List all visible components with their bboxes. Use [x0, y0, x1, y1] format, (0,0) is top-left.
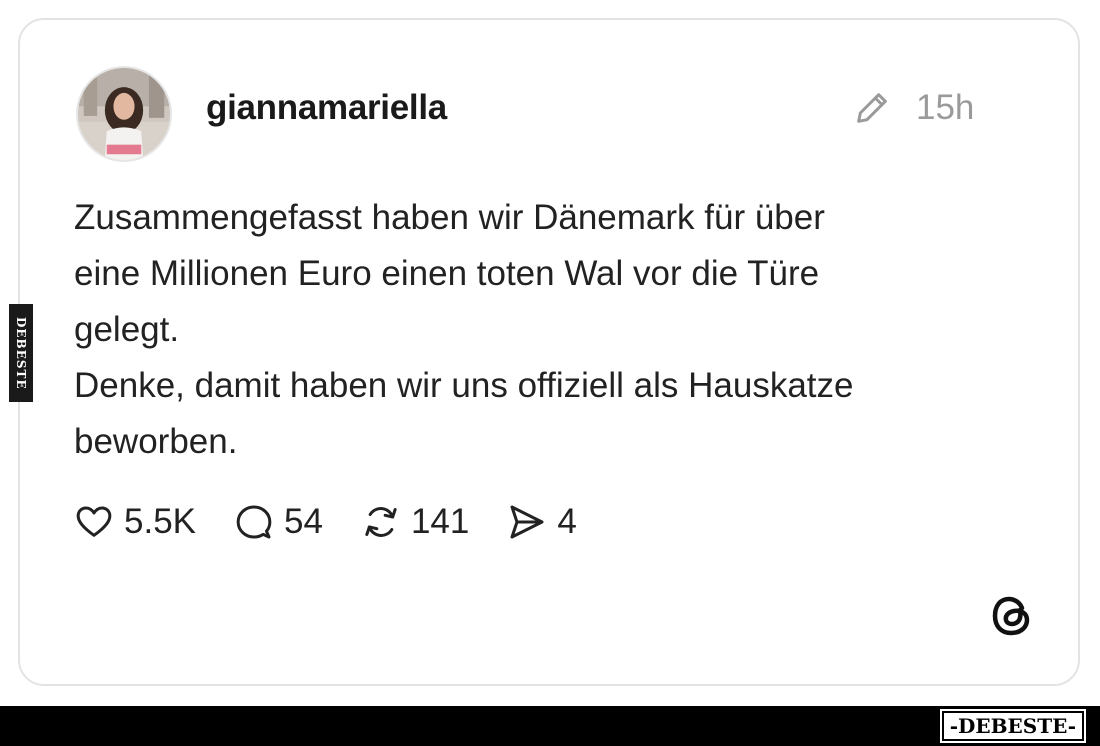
post-meta: 15h — [852, 88, 974, 128]
reply-button[interactable]: 54 — [234, 502, 323, 542]
footer-bar: -DEBESTE- — [0, 706, 1100, 746]
repost-count: 141 — [410, 502, 470, 541]
post-time: 15h — [916, 88, 975, 127]
speech-bubble-icon — [236, 505, 272, 539]
heart-icon — [76, 506, 112, 537]
action-bar: 5.5K 54 141 4 — [74, 502, 615, 542]
threads-logo-icon[interactable] — [988, 592, 1036, 640]
repost-icon — [365, 507, 397, 537]
like-count: 5.5K — [124, 502, 196, 541]
post-text: Zusammengefasst haben wir Dänemark für ü… — [74, 198, 854, 461]
reply-count: 54 — [284, 502, 323, 541]
avatar[interactable] — [76, 66, 172, 162]
avatar-photo — [78, 68, 170, 160]
repost-button[interactable]: 141 — [361, 502, 469, 542]
pencil-icon[interactable] — [852, 88, 892, 128]
username[interactable]: giannamariella — [206, 88, 447, 128]
side-watermark: DEBESTE — [9, 304, 33, 402]
like-button[interactable]: 5.5K — [74, 502, 196, 542]
share-count: 4 — [557, 502, 577, 541]
footer-watermark: -DEBESTE- — [939, 709, 1087, 743]
paper-plane-icon — [510, 505, 544, 539]
share-button[interactable]: 4 — [507, 502, 577, 542]
